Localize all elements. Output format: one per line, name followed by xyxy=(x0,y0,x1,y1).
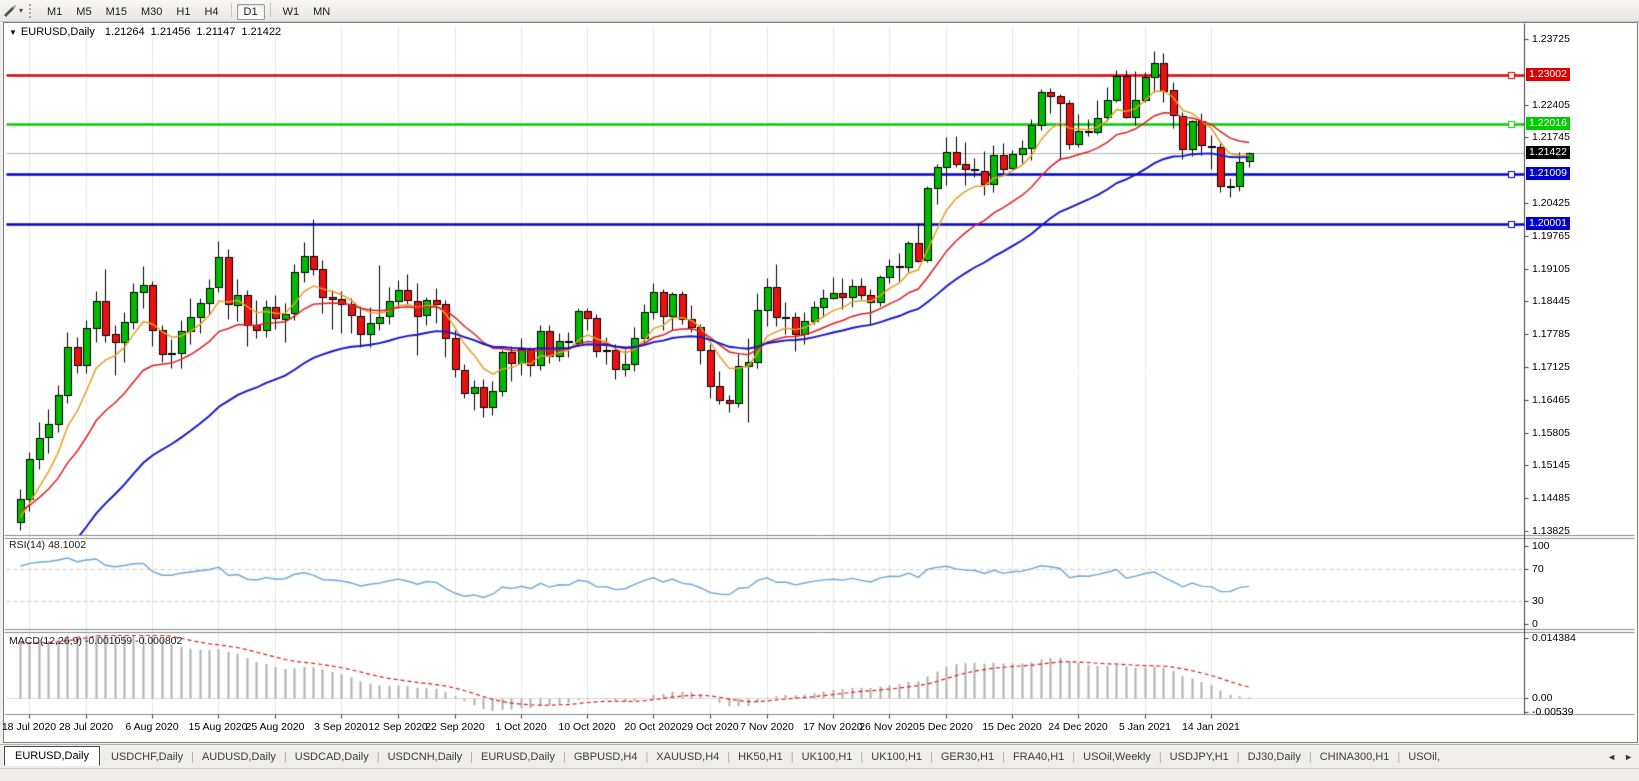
current-price-badge: 1.21422 xyxy=(1526,146,1570,159)
chart-tab[interactable]: EURUSD,Daily xyxy=(473,748,563,766)
price-axis-tick: 1.15805 xyxy=(1532,427,1570,439)
chart-tab[interactable]: UK100,H1 xyxy=(794,748,861,766)
toolbar-separator xyxy=(231,3,232,17)
price-axis-tick: 1.13825 xyxy=(1532,525,1570,537)
price-axis-tick: 1.17125 xyxy=(1532,361,1570,373)
timeframe-button-m15[interactable]: M15 xyxy=(99,4,134,20)
chart-tab[interactable]: USDJPY,H1 xyxy=(1162,748,1237,766)
indicator-axis-tick: 0.00 xyxy=(1532,692,1552,704)
chart-tab[interactable]: FRA40,H1 xyxy=(1005,748,1072,766)
tab-scroll-left-icon[interactable]: ◄ xyxy=(1607,752,1616,762)
price-axis-tick: 1.21745 xyxy=(1532,131,1570,143)
chart-tab[interactable]: DJ30,Daily xyxy=(1240,748,1309,766)
toolbar: ▾ M1M5M15M30H1H4 D1 W1MN xyxy=(0,0,1639,22)
chart-tab[interactable]: GER30,H1 xyxy=(933,748,1002,766)
price-level-badge[interactable]: 1.21009 xyxy=(1526,167,1570,180)
chart-tab[interactable]: CHINA300,H1 xyxy=(1312,748,1398,766)
price-axis-tick: 1.20425 xyxy=(1532,197,1570,209)
chart-symbol: EURUSD,Daily xyxy=(21,26,95,38)
status-strip xyxy=(0,768,1639,781)
price-level-badge[interactable]: 1.23002 xyxy=(1526,68,1570,81)
price-level-badge[interactable]: 1.20001 xyxy=(1526,217,1570,230)
price-level-badge[interactable]: 1.22016 xyxy=(1526,117,1570,130)
chart-tab-bar: EURUSD,DailyUSDCHF,Daily|AUDUSD,Daily|US… xyxy=(0,744,1639,768)
macd-indicator-label: MACD(12,26,9) -0.001059 -0.000802 xyxy=(9,635,182,647)
dropdown-caret-icon[interactable]: ▾ xyxy=(19,6,23,15)
chart-tab[interactable]: USDCNH,Daily xyxy=(380,748,471,766)
price-axis-tick: 1.22405 xyxy=(1532,99,1570,111)
rsi-indicator-label: RSI(14) 48.1002 xyxy=(9,539,86,551)
timeframe-buttons: M1M5M15M30H1H4 D1 W1MN xyxy=(40,2,337,20)
ohlc-close: 1.21422 xyxy=(241,26,281,38)
price-axis-tick: 1.19105 xyxy=(1532,263,1570,275)
price-axis-tick: 1.14485 xyxy=(1532,492,1570,504)
timeframe-button-m5[interactable]: M5 xyxy=(69,4,98,20)
indicator-axis-tick: 0.014384 xyxy=(1532,632,1576,644)
ohlc-open: 1.21264 xyxy=(105,26,145,38)
chart-canvas[interactable] xyxy=(4,23,1635,740)
toolbar-separator xyxy=(270,3,271,17)
ohlc-high: 1.21456 xyxy=(151,26,191,38)
chart-tab[interactable]: USDCHF,Daily xyxy=(103,748,191,766)
tab-scroll-buttons: ◄ ► xyxy=(1597,745,1639,768)
timeframe-button-d1[interactable]: D1 xyxy=(237,4,265,20)
indicator-axis-tick: 30 xyxy=(1532,595,1544,607)
indicator-axis-tick: 0 xyxy=(1532,618,1538,630)
chart-window: ▼ EURUSD,Daily 1.21264 1.21456 1.21147 1.2142… xyxy=(3,22,1638,743)
symbol-dropdown-icon[interactable]: ▼ xyxy=(9,28,17,37)
timeframe-button-h4[interactable]: H4 xyxy=(197,4,225,20)
chart-tab[interactable]: UK100,H1 xyxy=(863,748,930,766)
price-axis-tick: 1.23725 xyxy=(1532,33,1570,45)
ohlc-low: 1.21147 xyxy=(196,26,235,38)
date-axis-tick: 14 Jan 2021 xyxy=(1171,721,1251,733)
timeframe-button-w1[interactable]: W1 xyxy=(276,4,307,20)
indicator-axis-tick: 100 xyxy=(1532,540,1550,552)
indicator-axis-tick: 70 xyxy=(1532,563,1544,575)
timeframe-button-h1[interactable]: H1 xyxy=(169,4,197,20)
chart-tab[interactable]: XAUUSD,H4 xyxy=(648,748,727,766)
chart-tab[interactable]: USDCAD,Daily xyxy=(287,748,377,766)
toolbar-grip xyxy=(29,4,34,18)
price-axis-tick: 1.19765 xyxy=(1532,230,1570,242)
chart-tab[interactable]: AUDUSD,Daily xyxy=(194,748,284,766)
price-axis-tick: 1.17785 xyxy=(1532,328,1570,340)
cursor-tool-icon[interactable] xyxy=(2,3,18,19)
chart-tab[interactable]: HK50,H1 xyxy=(730,748,791,766)
chart-tab[interactable]: GBPUSD,H4 xyxy=(566,748,646,766)
price-axis-tick: 1.16465 xyxy=(1532,394,1570,406)
indicator-axis-tick: -0.00539 xyxy=(1532,706,1573,718)
chart-tab[interactable]: EURUSD,Daily xyxy=(4,746,100,766)
chart-header: ▼ EURUSD,Daily 1.21264 1.21456 1.21147 1.2142… xyxy=(9,26,287,38)
timeframe-button-m1[interactable]: M1 xyxy=(40,4,69,20)
tab-scroll-right-icon[interactable]: ► xyxy=(1624,752,1633,762)
chart-tab[interactable]: USOil,Weekly xyxy=(1075,748,1159,766)
price-axis-tick: 1.15145 xyxy=(1532,459,1570,471)
timeframe-button-m30[interactable]: M30 xyxy=(134,4,169,20)
timeframe-button-mn[interactable]: MN xyxy=(306,4,337,20)
price-axis-tick: 1.18445 xyxy=(1532,295,1570,307)
chart-tab[interactable]: USOil, xyxy=(1400,748,1448,766)
